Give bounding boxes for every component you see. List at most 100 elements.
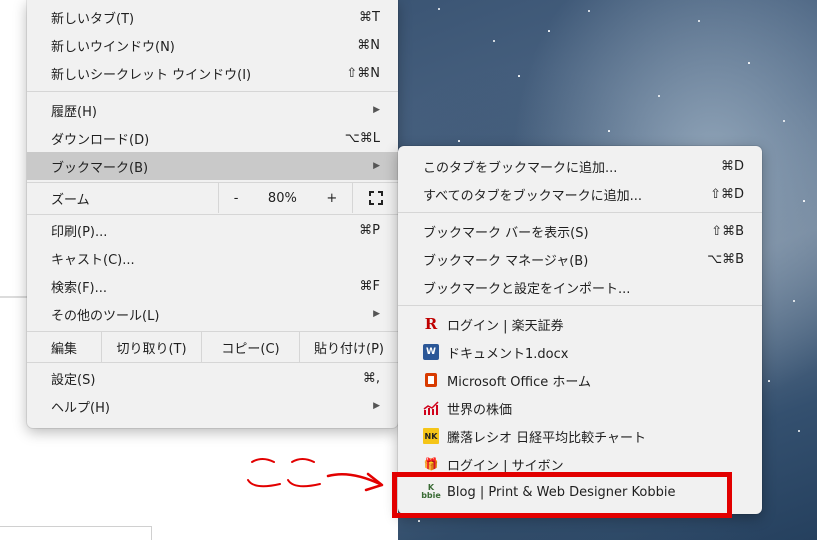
menu-item-label: その他のツール(L)	[51, 308, 160, 324]
zoom-row: ズーム - 80% +	[27, 183, 398, 213]
zoom-out-button[interactable]: -	[234, 191, 239, 206]
bookmark-label: Microsoft Office ホーム	[447, 374, 591, 390]
menu-item-label: 新しいタブ(T)	[51, 11, 135, 27]
bookmark-item[interactable]: 世界の株価	[398, 394, 762, 422]
bookmark-item[interactable]: W ドキュメント1.docx	[398, 338, 762, 366]
bookmarks-submenu: このタブをブックマークに追加... ⌘D すべてのタブをブックマークに追加...…	[398, 146, 762, 514]
bookmark-item[interactable]: Microsoft Office ホーム	[398, 366, 762, 394]
star	[518, 75, 520, 77]
menu-item-label: ダウンロード(D)	[51, 132, 150, 148]
office-icon-wrap	[423, 372, 439, 388]
bookmark-label: 世界の株価	[447, 402, 513, 418]
menu-item-history[interactable]: 履歴(H) ▶	[27, 96, 398, 124]
menu-separator	[398, 212, 762, 213]
fullscreen-button[interactable]	[353, 183, 398, 213]
menu-item-label: ブックマーク マネージャ(B)	[423, 253, 589, 269]
zoom-label: ズーム	[51, 192, 90, 208]
page-input-box	[0, 526, 152, 540]
star	[798, 430, 800, 432]
menu-item-more-tools[interactable]: その他のツール(L) ▶	[27, 300, 398, 328]
menu-item-new-window[interactable]: 新しいウインドウ(N) ⌘N	[27, 31, 398, 59]
menu-item-label: 印刷(P)...	[51, 224, 108, 240]
zoom-level: 80%	[267, 190, 297, 206]
star	[793, 300, 795, 302]
star	[803, 200, 805, 202]
bookmark-label: 騰落レシオ 日経平均比較チャート	[447, 430, 647, 446]
menu-item-cast[interactable]: キャスト(C)...	[27, 244, 398, 272]
bookmark-all-tabs[interactable]: すべてのタブをブックマークに追加... ⇧⌘D	[398, 180, 762, 208]
menu-separator	[398, 305, 762, 306]
star	[548, 30, 550, 32]
star	[588, 10, 590, 12]
bookmark-this-tab[interactable]: このタブをブックマークに追加... ⌘D	[398, 152, 762, 180]
stock-chart-icon	[423, 400, 439, 416]
import-bookmarks[interactable]: ブックマークと設定をインポート...	[398, 273, 762, 301]
menu-item-downloads[interactable]: ダウンロード(D) ⌥⌘L	[27, 124, 398, 152]
menu-item-new-incognito-window[interactable]: 新しいシークレット ウインドウ(I) ⇧⌘N	[27, 59, 398, 87]
menu-item-label: キャスト(C)...	[51, 252, 135, 268]
show-bookmarks-bar[interactable]: ブックマーク バーを表示(S) ⇧⌘B	[398, 217, 762, 245]
submenu-arrow-icon: ▶	[373, 161, 380, 171]
menu-item-label: ヘルプ(H)	[51, 400, 110, 416]
menu-item-shortcut: ⌥⌘B	[707, 251, 744, 267]
star	[418, 520, 420, 522]
fullscreen-icon	[368, 191, 383, 205]
menu-separator	[27, 362, 398, 363]
cut-button[interactable]: 切り取り(T)	[101, 332, 201, 362]
menu-item-label: すべてのタブをブックマークに追加...	[423, 188, 642, 204]
menu-item-label: 検索(F)...	[51, 280, 108, 296]
office-icon	[425, 373, 437, 387]
menu-separator	[27, 214, 398, 215]
menu-item-label: ブックマーク バーを表示(S)	[423, 225, 589, 241]
zoom-controls: - 80% +	[218, 183, 353, 213]
menu-item-shortcut: ⌘P	[359, 222, 380, 238]
star	[608, 130, 610, 132]
menu-item-shortcut: ⌘,	[362, 370, 380, 386]
menu-item-help[interactable]: ヘルプ(H) ▶	[27, 392, 398, 420]
zoom-in-button[interactable]: +	[326, 191, 337, 206]
menu-item-label: ブックマークと設定をインポート...	[423, 281, 631, 297]
menu-item-shortcut: ⌘D	[720, 158, 744, 174]
menu-item-shortcut: ⇧⌘N	[346, 65, 380, 81]
edit-row: 編集 切り取り(T) コピー(C) 貼り付け(P)	[27, 332, 398, 362]
menu-item-label: 設定(S)	[51, 372, 96, 388]
menu-item-shortcut: ⇧⌘B	[711, 223, 744, 239]
bookmark-label: ログイン | 楽天証券	[447, 318, 564, 334]
star	[748, 62, 750, 64]
menu-item-settings[interactable]: 設定(S) ⌘,	[27, 364, 398, 392]
star	[493, 40, 495, 42]
menu-item-shortcut: ⌘T	[359, 9, 380, 25]
star	[768, 380, 770, 382]
star	[458, 140, 460, 142]
menu-item-shortcut: ⌘N	[357, 37, 380, 53]
menu-item-label: ブックマーク(B)	[51, 160, 149, 176]
menu-item-bookmarks[interactable]: ブックマーク(B) ▶	[27, 152, 398, 180]
bookmark-manager[interactable]: ブックマーク マネージャ(B) ⌥⌘B	[398, 245, 762, 273]
menu-item-shortcut: ⌘F	[359, 278, 380, 294]
menu-item-find[interactable]: 検索(F)... ⌘F	[27, 272, 398, 300]
paste-button[interactable]: 貼り付け(P)	[299, 332, 398, 362]
menu-separator	[27, 91, 398, 92]
menu-item-label: 履歴(H)	[51, 104, 97, 120]
star	[658, 95, 660, 97]
word-doc-icon: W	[423, 344, 439, 360]
submenu-arrow-icon: ▶	[373, 309, 380, 319]
menu-item-label: 新しいウインドウ(N)	[51, 39, 175, 55]
star	[783, 120, 785, 122]
page-divider	[0, 296, 30, 298]
submenu-arrow-icon: ▶	[373, 401, 380, 411]
menu-item-shortcut: ⇧⌘D	[710, 186, 744, 202]
menu-item-label: 新しいシークレット ウインドウ(I)	[51, 67, 252, 83]
rakuten-icon: R	[424, 315, 438, 333]
bookmark-item[interactable]: R ログイン | 楽天証券	[398, 310, 762, 338]
edit-label: 編集	[51, 341, 78, 357]
menu-item-new-tab[interactable]: 新しいタブ(T) ⌘T	[27, 3, 398, 31]
bookmark-item[interactable]: NK 騰落レシオ 日経平均比較チャート	[398, 422, 762, 450]
chrome-main-menu: 新しいタブ(T) ⌘T 新しいウインドウ(N) ⌘N 新しいシークレット ウイン…	[27, 0, 398, 428]
nk-icon: NK	[423, 428, 439, 444]
submenu-arrow-icon: ▶	[373, 105, 380, 115]
menu-item-print[interactable]: 印刷(P)... ⌘P	[27, 216, 398, 244]
menu-item-shortcut: ⌥⌘L	[344, 130, 380, 146]
copy-button[interactable]: コピー(C)	[201, 332, 299, 362]
bookmark-label: ドキュメント1.docx	[447, 346, 569, 362]
